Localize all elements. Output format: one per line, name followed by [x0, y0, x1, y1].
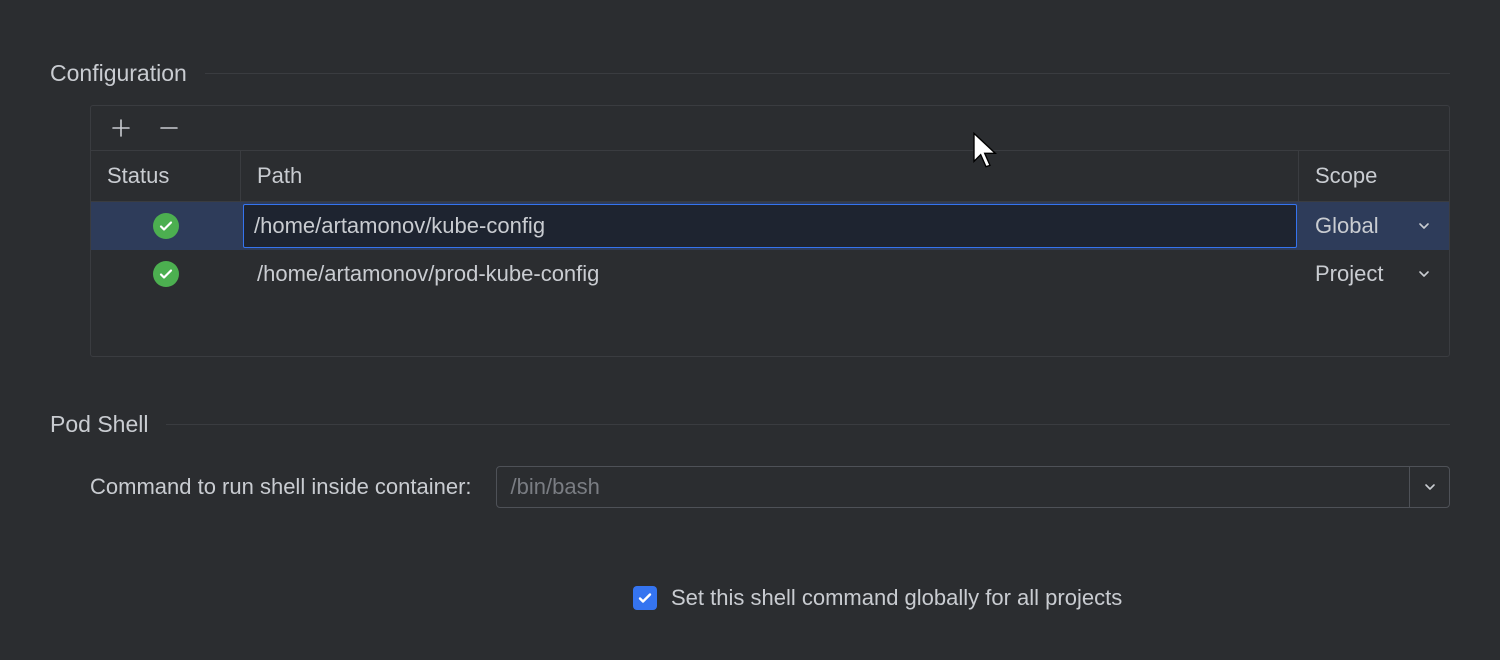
scope-cell[interactable]: Global	[1299, 202, 1449, 250]
divider	[166, 424, 1450, 425]
table-empty-space	[91, 298, 1449, 356]
status-ok-icon	[153, 261, 179, 287]
pod-shell-section: Pod Shell Command to run shell inside co…	[50, 411, 1450, 530]
path-cell[interactable]: /home/artamonov/prod-kube-config	[241, 250, 1299, 298]
path-cell[interactable]: /home/artamonov/kube-config	[241, 202, 1299, 250]
global-checkbox[interactable]	[633, 586, 657, 610]
check-icon	[637, 590, 653, 606]
table-header-row: Status Path Scope	[91, 151, 1449, 202]
configuration-title: Configuration	[50, 60, 187, 87]
configuration-table: Status Path Scope /home/artamonov/kube-c…	[90, 105, 1450, 357]
pod-shell-body: Command to run shell inside container: /…	[90, 466, 1450, 530]
configuration-header: Configuration	[50, 60, 1450, 87]
command-dropdown-button[interactable]	[1409, 467, 1449, 507]
column-path: Path	[241, 151, 1299, 201]
command-input[interactable]: /bin/bash	[497, 474, 1409, 500]
chevron-down-icon	[1415, 217, 1433, 235]
configuration-section: Configuration Status Path Scope	[50, 60, 1450, 357]
command-label: Command to run shell inside container:	[90, 474, 472, 500]
path-input[interactable]: /home/artamonov/kube-config	[243, 204, 1297, 248]
path-value: /home/artamonov/kube-config	[254, 213, 545, 239]
global-checkbox-row: Set this shell command globally for all …	[633, 585, 1122, 611]
table-row[interactable]: /home/artamonov/kube-config Global	[91, 202, 1449, 250]
add-button[interactable]	[109, 116, 133, 140]
status-cell	[91, 250, 241, 298]
remove-button[interactable]	[157, 116, 181, 140]
command-row: Command to run shell inside container: /…	[90, 466, 1450, 508]
path-value: /home/artamonov/prod-kube-config	[257, 261, 599, 287]
table-row[interactable]: /home/artamonov/prod-kube-config Project	[91, 250, 1449, 298]
column-scope: Scope	[1299, 151, 1449, 201]
chevron-down-icon	[1415, 265, 1433, 283]
global-checkbox-label: Set this shell command globally for all …	[671, 585, 1122, 611]
divider	[205, 73, 1450, 74]
scope-value: Project	[1315, 261, 1383, 287]
pod-shell-title: Pod Shell	[50, 411, 148, 438]
status-cell	[91, 202, 241, 250]
pod-shell-header: Pod Shell	[50, 411, 1450, 438]
command-combo[interactable]: /bin/bash	[496, 466, 1450, 508]
scope-value: Global	[1315, 213, 1379, 239]
status-ok-icon	[153, 213, 179, 239]
chevron-down-icon	[1423, 480, 1437, 494]
scope-cell[interactable]: Project	[1299, 250, 1449, 298]
column-status: Status	[91, 151, 241, 201]
minus-icon	[158, 117, 180, 139]
plus-icon	[110, 117, 132, 139]
table-toolbar	[91, 106, 1449, 151]
